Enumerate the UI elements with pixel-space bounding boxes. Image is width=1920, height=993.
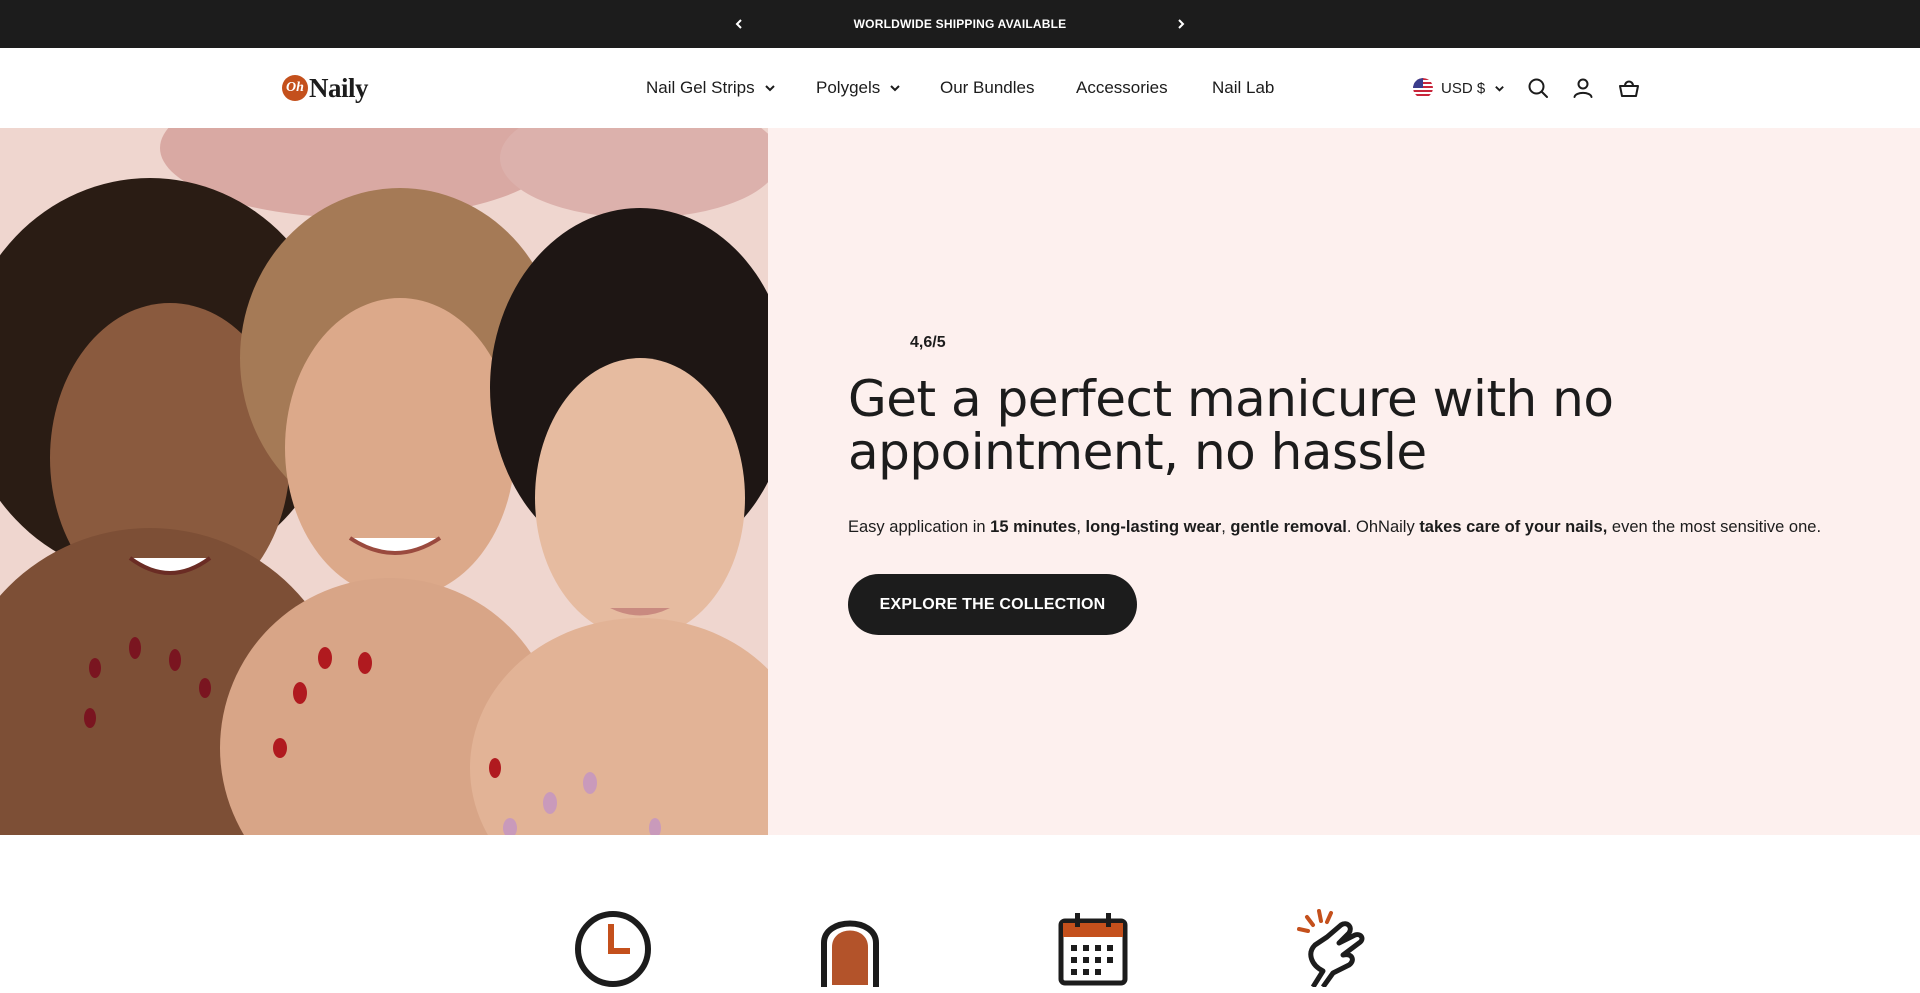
nav-item-polygels[interactable]: Polygels — [816, 48, 901, 128]
nav-item-nail-gel-strips[interactable]: Nail Gel Strips — [646, 48, 776, 128]
site-header: Oh Naily Nail Gel Strips Polygels Our Bu… — [0, 48, 1920, 128]
subtext-part: even the most sensitive one. — [1607, 518, 1822, 536]
search-icon — [1528, 78, 1548, 98]
cart-icon — [1619, 80, 1639, 97]
site-logo[interactable]: Oh Naily — [282, 72, 369, 104]
calendar-icon — [1058, 913, 1128, 986]
nail-icon — [821, 920, 879, 987]
hero-section: 4,6/5 Get a perfect manicure with no app… — [0, 128, 1920, 835]
logo-mark: Oh — [282, 75, 308, 101]
rating-value: 4,6/5 — [910, 334, 946, 351]
nav-label: Accessories — [1076, 78, 1168, 97]
star-rating-icon — [848, 334, 906, 352]
announcement-message: WORLDWIDE SHIPPING AVAILABLE — [853, 17, 1067, 31]
chevron-down-icon — [764, 85, 775, 92]
cart-button[interactable] — [1617, 76, 1641, 100]
announcement-next-button[interactable] — [1171, 14, 1191, 34]
subtext-part: Easy application in — [848, 518, 991, 536]
currency-label: USD $ — [1441, 79, 1486, 97]
chevron-right-icon — [1178, 19, 1185, 29]
features-section — [0, 835, 1920, 993]
feature-hand-snap — [1293, 907, 1373, 989]
subtext-bold: takes care of your nails, — [1419, 518, 1608, 536]
currency-selector[interactable]: USD $ — [1413, 48, 1505, 128]
feature-calendar — [1053, 907, 1133, 987]
search-button[interactable] — [1526, 76, 1550, 100]
nav-label: Nail Gel Strips — [646, 78, 755, 97]
subtext-part: . OhNaily — [1346, 518, 1420, 536]
announcement-bar: WORLDWIDE SHIPPING AVAILABLE — [0, 0, 1920, 48]
nav-label: Nail Lab — [1212, 78, 1275, 97]
subtext-bold: 15 minutes — [990, 518, 1077, 536]
hero-photo-illustration — [0, 128, 768, 835]
us-flag-icon — [1413, 78, 1433, 98]
nav-item-nail-lab[interactable]: Nail Lab — [1212, 48, 1274, 128]
subtext-part: , — [1076, 518, 1086, 536]
chevron-left-icon — [735, 19, 742, 29]
hand-snap-icon — [1297, 909, 1365, 989]
nav-label: Our Bundles — [940, 78, 1035, 97]
feature-clock — [573, 907, 653, 987]
subtext-bold: gentle removal — [1230, 518, 1347, 536]
chevron-down-icon — [890, 85, 900, 92]
announcement-prev-button[interactable] — [729, 14, 749, 34]
account-button[interactable] — [1571, 76, 1595, 100]
account-icon — [1573, 78, 1593, 98]
clock-icon — [575, 911, 651, 987]
nav-item-accessories[interactable]: Accessories — [1076, 48, 1168, 128]
chevron-down-icon — [1495, 85, 1505, 92]
hero-subtext: Easy application in 15 minutes, long-las… — [848, 518, 1908, 537]
feature-nail — [810, 907, 890, 987]
hero-image — [0, 128, 768, 835]
explore-collection-button[interactable]: EXPLORE THE COLLECTION — [848, 574, 1137, 635]
rating-summary: 4,6/5 — [848, 331, 946, 355]
nav-label: Polygels — [816, 78, 881, 97]
logo-word: Naily — [309, 72, 369, 103]
hero-headline: Get a perfect manicure with no appointme… — [848, 370, 1614, 481]
nav-item-our-bundles[interactable]: Our Bundles — [940, 48, 1035, 128]
subtext-bold: long-lasting wear — [1085, 518, 1222, 536]
